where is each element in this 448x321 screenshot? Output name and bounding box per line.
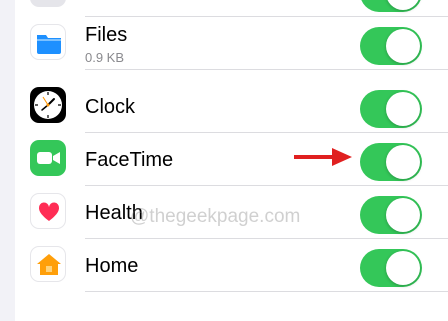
clock-toggle[interactable] [360,90,422,128]
settings-list: Files 0.9 KB Clock FaceTime Health Home [15,0,448,321]
facetime-camera-icon [30,140,66,176]
files-label: Files [85,24,128,46]
annotation-arrow-icon [294,148,352,166]
app-icon-partial [30,0,66,7]
files-size: 0.9 KB [85,50,125,65]
partial-toggle[interactable] [360,0,422,12]
clock-icon [30,87,66,123]
list-item-partial[interactable] [15,0,448,17]
home-house-icon [30,246,66,282]
list-item-clock[interactable]: Clock [15,80,448,133]
facetime-toggle[interactable] [360,143,422,181]
clock-label: Clock [85,96,136,118]
files-toggle[interactable] [360,27,422,65]
facetime-label: FaceTime [85,149,174,171]
watermark: @thegeekpage.com [130,206,301,227]
list-item-facetime[interactable]: FaceTime [15,133,448,186]
list-item-files[interactable]: Files 0.9 KB [15,17,448,70]
files-folder-icon [30,24,66,60]
home-toggle[interactable] [360,249,422,287]
health-toggle[interactable] [360,196,422,234]
health-heart-icon [30,193,66,229]
home-label: Home [85,255,139,277]
list-item-home[interactable]: Home [15,239,448,292]
